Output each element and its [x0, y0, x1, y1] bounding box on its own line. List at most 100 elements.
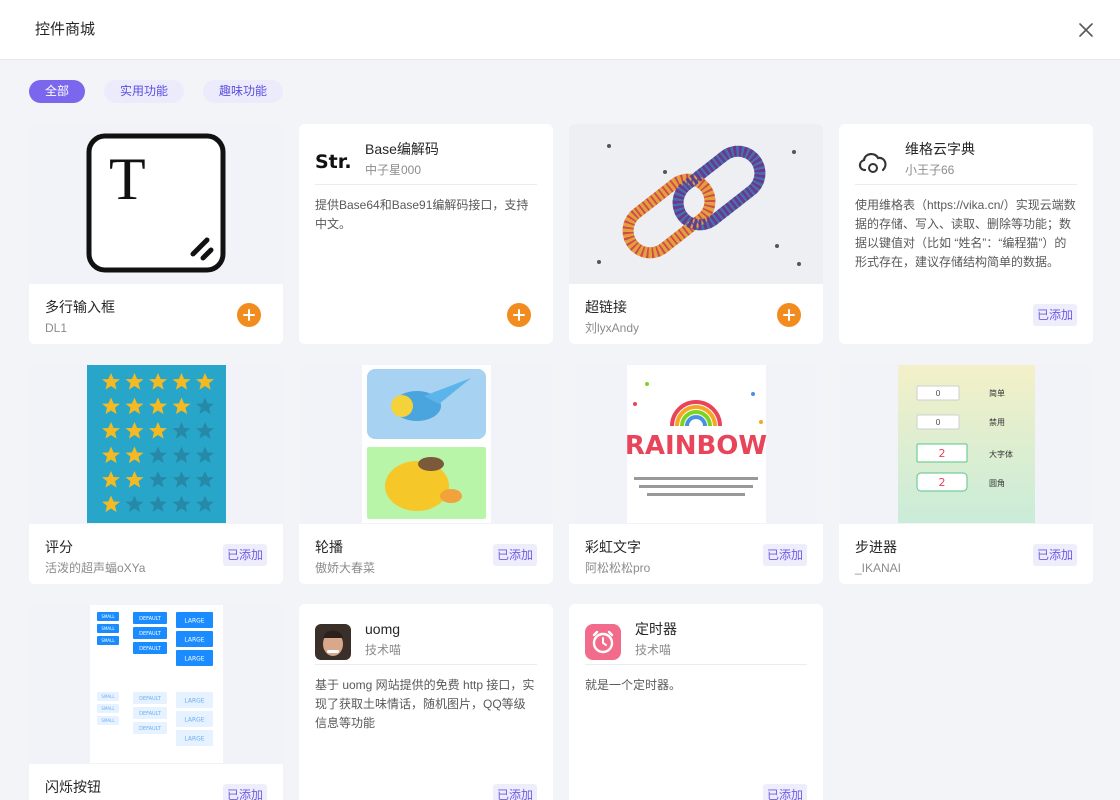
widget-description: 就是一个定时器。: [585, 678, 682, 692]
widget-author: _IKANAI: [855, 561, 902, 575]
widget-card-multiline-input[interactable]: T 多行输入框 DL1: [29, 124, 283, 344]
added-badge: 已添加: [1032, 544, 1077, 566]
alarm-clock-icon: [585, 624, 621, 660]
widget-name: 轮播: [315, 539, 343, 555]
divider: [585, 664, 807, 665]
widget-author: 傲娇大春菜: [315, 561, 376, 575]
widget-author: 技术喵: [635, 643, 672, 657]
sample-button-label: LARGE: [184, 655, 204, 662]
stepper-value: 2: [939, 447, 946, 460]
widget-cover: SMALL SMALL SMALL DEFAULT DEFAULT DEFAULT LARG…: [29, 604, 283, 764]
widget-author: 阿松松松pro: [585, 561, 651, 575]
widget-cover: [569, 124, 823, 284]
divider: [315, 664, 537, 665]
widget-description: 使用维格表（https://vika.cn/）实现云端数据的存储、写入、读取、删…: [855, 198, 1076, 269]
star-rating-image: [87, 365, 226, 523]
dialog-header: 控件商城: [0, 0, 1120, 60]
add-widget-button[interactable]: [237, 303, 261, 327]
close-icon[interactable]: [1076, 20, 1096, 40]
widget-card-stepper[interactable]: 0 简单 0 禁用 2 大字体 2 圆角 步进器 _IKANAI 已添加: [839, 364, 1093, 584]
str-icon: Str.: [315, 151, 352, 173]
stepper-label: 禁用: [989, 418, 1005, 427]
added-badge: 已添加: [222, 544, 267, 566]
sample-button-label: SMALL: [101, 614, 115, 619]
widget-cover: [29, 364, 283, 524]
sample-button-label: DEFAULT: [139, 726, 162, 732]
widget-name: Base编解码: [365, 141, 439, 157]
widget-card-hyperlink[interactable]: 超链接 刘lyxAndy: [569, 124, 823, 344]
widget-author: 小王子66: [905, 163, 955, 177]
widget-description: 基于 uomg 网站提供的免费 http 接口，实现了获取土味情话，随机图片，Q…: [315, 678, 535, 730]
stepper-label: 圆角: [989, 478, 1005, 488]
sample-button-label: SMALL: [101, 718, 115, 723]
added-badge: 已添加: [1032, 304, 1077, 326]
sample-button-label: DEFAULT: [139, 616, 162, 622]
widget-author: 中子星000: [365, 163, 422, 177]
added-badge: 已添加: [762, 544, 807, 566]
widget-author: 技术喵: [365, 643, 402, 657]
added-badge: 已添加: [492, 784, 537, 800]
sample-button-label: DEFAULT: [139, 696, 162, 702]
cloud-sync-icon: [858, 153, 887, 173]
filter-practical[interactable]: 实用功能: [104, 80, 185, 103]
sample-button-label: SMALL: [101, 694, 115, 699]
widget-name: 闪烁按钮: [45, 779, 101, 795]
widget-name: 评分: [45, 539, 73, 555]
widget-author: 活泼的超声蝠oXYa: [45, 561, 146, 575]
stepper-label: 大字体: [989, 449, 1013, 459]
sample-button-label: SMALL: [101, 706, 115, 711]
widget-card-vika-dictionary[interactable]: 维格云字典 小王子66 使用维格表（https://vika.cn/）实现云端数…: [839, 124, 1093, 344]
add-widget-button[interactable]: [777, 303, 801, 327]
chain-link-image: [569, 124, 823, 284]
stepper-value: 2: [939, 476, 946, 489]
widget-card-carousel[interactable]: 轮播 傲娇大春菜 已添加: [299, 364, 553, 584]
widget-name: 步进器: [855, 539, 897, 555]
widget-name: uomg: [365, 621, 401, 637]
sample-button-label: LARGE: [184, 716, 204, 723]
sample-button-label: LARGE: [184, 617, 204, 624]
add-widget-button[interactable]: [507, 303, 531, 327]
stepper-label: 简单: [989, 388, 1005, 398]
sample-button-label: SMALL: [101, 638, 115, 643]
widget-name: 维格云字典: [905, 141, 975, 157]
widget-name: 多行输入框: [45, 299, 115, 315]
widget-cover: T: [29, 124, 283, 284]
sample-button-label: LARGE: [184, 735, 204, 742]
sample-button-label: LARGE: [184, 636, 204, 643]
widget-description: 提供Base64和Base91编解码接口，支持中文。: [315, 198, 529, 231]
added-badge: 已添加: [492, 544, 537, 566]
button-sizes-image: SMALL SMALL SMALL DEFAULT DEFAULT DEFAULT LARG…: [90, 605, 223, 763]
widget-card-timer[interactable]: 定时器 技术喵 就是一个定时器。 已添加: [569, 604, 823, 800]
rainbow-word: RAINBOW: [625, 431, 767, 461]
widget-cover: [299, 364, 553, 524]
widget-cover: RAINBOW: [569, 364, 823, 524]
carousel-image: [362, 365, 491, 523]
filter-fun[interactable]: 趣味功能: [203, 80, 284, 103]
added-badge: 已添加: [222, 784, 267, 800]
widget-card-uomg[interactable]: uomg 技术喵 基于 uomg 网站提供的免费 http 接口，实现了获取土味…: [299, 604, 553, 800]
sample-button-label: SMALL: [101, 626, 115, 631]
category-filters: 全部 实用功能 趣味功能: [29, 80, 284, 103]
added-badge: 已添加: [762, 784, 807, 800]
sample-button-label: DEFAULT: [139, 646, 162, 652]
sample-button-label: LARGE: [184, 697, 204, 704]
widget-card-flash-button[interactable]: SMALL SMALL SMALL DEFAULT DEFAULT DEFAULT LARG…: [29, 604, 283, 800]
widget-name: 彩虹文字: [585, 539, 641, 555]
widget-name: 超链接: [585, 299, 627, 315]
text-box-icon: T: [86, 133, 226, 273]
stepper-value: 0: [935, 418, 940, 427]
filter-all[interactable]: 全部: [29, 80, 86, 103]
widget-author: 刘lyxAndy: [585, 321, 640, 335]
widget-author: DL1: [45, 321, 68, 335]
divider: [315, 184, 537, 185]
rainbow-text-image: RAINBOW: [625, 365, 767, 523]
widget-card-rating[interactable]: 评分 活泼的超声蝠oXYa 已添加: [29, 364, 283, 584]
stepper-preview-image: 0 简单 0 禁用 2 大字体 2 圆角: [898, 365, 1035, 523]
widget-card-rainbow-text[interactable]: RAINBOW 彩虹文字 阿松松松pro 已添加: [569, 364, 823, 584]
dialog-title: 控件商城: [35, 21, 96, 38]
sample-button-label: DEFAULT: [139, 711, 162, 717]
stepper-value: 0: [935, 389, 940, 398]
cover-letter: T: [109, 146, 146, 212]
widget-card-base-codec[interactable]: Str. Base编解码 中子星000 提供Base64和Base91编解码接口…: [299, 124, 553, 344]
widget-cover: 0 简单 0 禁用 2 大字体 2 圆角: [839, 364, 1093, 524]
